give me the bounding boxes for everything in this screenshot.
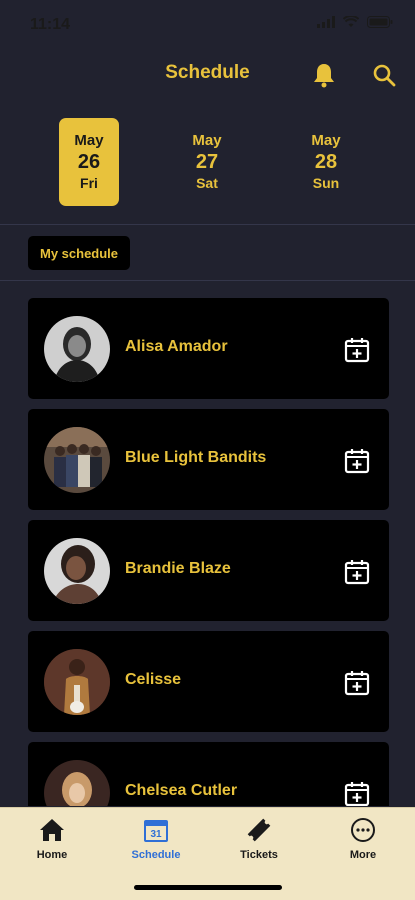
day-selector: May 26 Fri May 27 Sat May 28 Sun <box>0 118 415 208</box>
home-icon <box>40 819 64 841</box>
avatar <box>44 649 110 715</box>
add-to-schedule-button[interactable] <box>343 336 371 364</box>
avatar <box>44 427 110 493</box>
day-month: May <box>74 132 104 149</box>
artist-name: Chelsea Cutler <box>125 782 238 799</box>
status-icons <box>317 16 393 28</box>
artist-card[interactable]: Alisa Amador <box>28 298 389 399</box>
artist-card[interactable]: Brandie Blaze <box>28 520 389 621</box>
calendar-add-icon <box>344 338 370 363</box>
avatar <box>44 760 110 806</box>
page-title: Schedule <box>165 62 250 83</box>
day-tab-may-26[interactable]: May 26 Fri <box>59 118 119 206</box>
signal-icon <box>317 16 335 28</box>
artist-name: Alisa Amador <box>125 338 228 355</box>
day-weekday: Sat <box>196 175 218 191</box>
artist-name: Brandie Blaze <box>125 560 231 577</box>
calendar-icon: 31 <box>144 820 168 842</box>
add-to-schedule-button[interactable] <box>343 669 371 697</box>
tab-tickets[interactable]: Tickets <box>219 816 299 861</box>
my-schedule-filter[interactable]: My schedule <box>28 236 131 270</box>
calendar-add-icon <box>344 782 370 806</box>
tab-label: Home <box>36 849 68 861</box>
calendar-icon-number: 31 <box>150 829 162 840</box>
artist-card[interactable]: Chelsea Cutler <box>28 742 389 806</box>
artist-card[interactable]: Blue Light Bandits <box>28 409 389 510</box>
search-icon <box>373 64 396 87</box>
divider <box>0 280 415 281</box>
calendar-add-icon <box>344 671 370 696</box>
divider <box>0 224 415 225</box>
day-number: 28 <box>314 151 338 173</box>
day-number: 26 <box>77 151 101 173</box>
tab-schedule[interactable]: 31 Schedule <box>116 816 196 861</box>
day-weekday: Sun <box>312 175 340 191</box>
add-to-schedule-button[interactable] <box>343 447 371 475</box>
status-time: 11:14 <box>30 16 71 33</box>
battery-icon <box>367 16 393 28</box>
day-month: May <box>311 132 341 149</box>
wifi-icon <box>343 16 359 27</box>
header: Schedule <box>0 48 415 102</box>
artist-card[interactable]: Celisse <box>28 631 389 732</box>
tab-home[interactable]: Home <box>12 816 92 861</box>
notifications-button[interactable] <box>309 60 339 90</box>
tab-label: Tickets <box>240 849 278 861</box>
more-icon <box>351 818 375 842</box>
tab-label: Schedule <box>131 849 181 861</box>
day-weekday: Fri <box>80 175 98 191</box>
home-indicator <box>134 885 282 890</box>
bell-icon <box>314 64 334 88</box>
tab-more[interactable]: More <box>323 816 403 861</box>
ticket-icon <box>247 818 271 842</box>
calendar-add-icon <box>344 560 370 585</box>
day-number: 27 <box>195 151 219 173</box>
avatar <box>44 316 110 382</box>
day-month: May <box>192 132 222 149</box>
add-to-schedule-button[interactable] <box>343 558 371 586</box>
day-tab-may-28[interactable]: May 28 Sun <box>296 118 356 206</box>
tab-label: More <box>349 849 377 861</box>
add-to-schedule-button[interactable] <box>343 780 371 806</box>
artist-list[interactable]: Alisa Amador Blue Light Bandits Brandie … <box>28 298 389 806</box>
search-button[interactable] <box>369 60 399 90</box>
artist-name: Blue Light Bandits <box>125 449 267 466</box>
avatar <box>44 538 110 604</box>
status-bar: 11:14 <box>0 0 415 48</box>
day-tab-may-27[interactable]: May 27 Sat <box>177 118 237 206</box>
calendar-add-icon <box>344 449 370 474</box>
artist-name: Celisse <box>125 671 182 688</box>
